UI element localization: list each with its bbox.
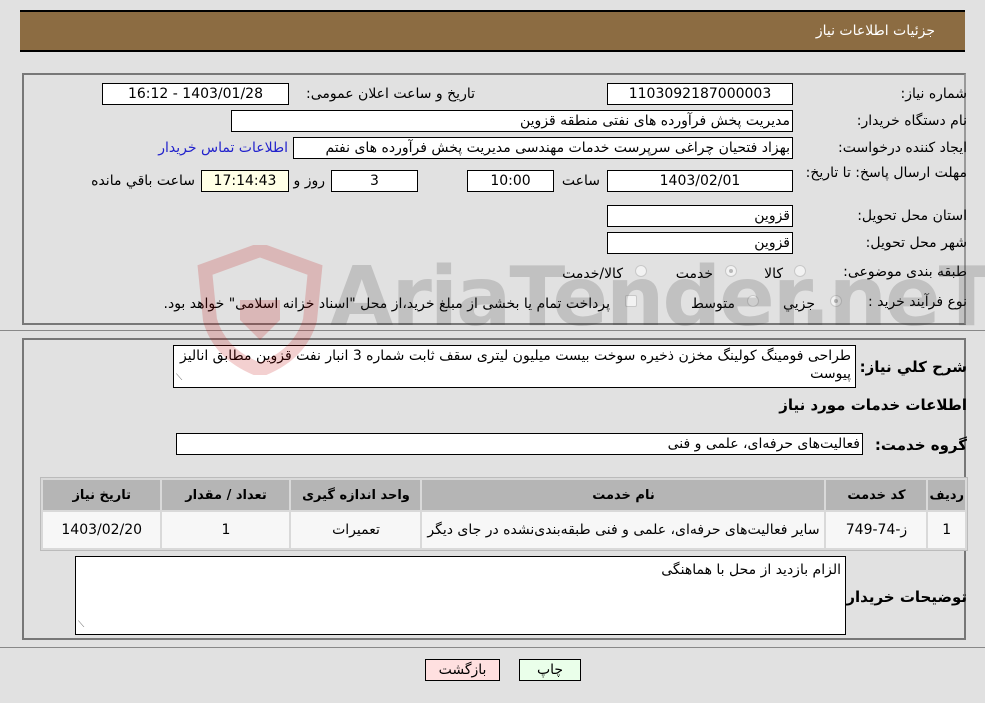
- time-remaining-field: 17:14:43: [201, 170, 289, 192]
- divider: [0, 330, 985, 331]
- table-row: 1 ز-74-749 سایر فعالیت‌های حرفه‌ای، علمی…: [43, 512, 965, 548]
- purchase-radio-medium[interactable]: [747, 295, 759, 307]
- description-textarea[interactable]: طراحی فومینگ کولینگ مخزن ذخیره سوخت بیست…: [173, 345, 856, 388]
- page-title: جزئیات اطلاعات نیاز: [815, 23, 935, 39]
- announce-datetime-label: تاریخ و ساعت اعلان عمومی:: [306, 86, 475, 102]
- cell-quantity: 1: [162, 512, 290, 548]
- resize-grip-icon[interactable]: ⟋: [176, 369, 182, 387]
- category-label: طبقه بندی موضوعی:: [843, 264, 967, 280]
- resize-grip-icon[interactable]: ⟋: [78, 616, 84, 634]
- services-table: ردیف کد خدمت نام خدمت واحد اندازه گیری ت…: [40, 477, 968, 551]
- buyer-notes-textarea[interactable]: الزام بازدید از محل با هماهنگی ⟋: [75, 556, 846, 635]
- requester-label: ایجاد کننده درخواست:: [838, 140, 967, 156]
- col-header-quantity: تعداد / مقدار: [162, 480, 290, 510]
- announce-datetime-field[interactable]: 1403/01/28 - 16:12: [102, 83, 289, 105]
- cell-need-date: 1403/02/20: [43, 512, 161, 548]
- divider: [0, 647, 985, 648]
- buyer-contact-link[interactable]: اطلاعات تماس خریدار: [158, 140, 288, 156]
- back-button[interactable]: بازگشت: [425, 659, 500, 681]
- category-option-goods-service: کالا/خدمت: [562, 266, 623, 282]
- province-label: استان محل تحویل:: [857, 208, 967, 224]
- col-header-service-name: نام خدمت: [422, 480, 825, 510]
- buyer-org-label: نام دستگاه خریدار:: [856, 113, 967, 129]
- cell-service-code: ز-74-749: [826, 512, 927, 548]
- service-group-label: گروه خدمت:: [874, 436, 967, 454]
- cell-unit: تعمیرات: [291, 512, 421, 548]
- city-field[interactable]: قزوین: [607, 232, 793, 254]
- deadline-date-field[interactable]: 1403/02/01: [607, 170, 793, 192]
- table-header-row: ردیف کد خدمت نام خدمت واحد اندازه گیری ت…: [43, 480, 965, 510]
- buyer-org-field[interactable]: مدیریت پخش فرآورده های نفتی منطقه قزوین: [231, 110, 793, 132]
- requester-field[interactable]: بهزاد فتحیان چراغی سرپرست خدمات مهندسی م…: [293, 137, 793, 159]
- col-header-need-date: تاریخ نیاز: [43, 480, 161, 510]
- description-text: طراحی فومینگ کولینگ مخزن ذخیره سوخت بیست…: [179, 348, 851, 382]
- purchase-radio-minor[interactable]: [830, 295, 842, 307]
- category-option-service: خدمت: [675, 266, 713, 282]
- col-header-service-code: کد خدمت: [826, 480, 927, 510]
- city-label: شهر محل تحویل:: [865, 235, 967, 251]
- print-button[interactable]: چاپ: [519, 659, 581, 681]
- col-header-unit: واحد اندازه گیری: [291, 480, 421, 510]
- province-field[interactable]: قزوین: [607, 205, 793, 227]
- purchase-option-medium: متوسط: [691, 296, 735, 312]
- need-number-field[interactable]: 1103092187000003: [607, 83, 793, 105]
- category-option-goods: کالا: [764, 266, 783, 282]
- treasury-note: پرداخت تمام یا بخشی از مبلغ خرید،از محل …: [163, 296, 610, 312]
- description-label: شرح کلي نياز:: [859, 358, 967, 376]
- cell-service-name: سایر فعالیت‌های حرفه‌ای، علمی و فنی طبقه…: [422, 512, 825, 548]
- cell-row-number: 1: [928, 512, 965, 548]
- deadline-time-label: ساعت: [561, 173, 600, 189]
- deadline-label: مهلت ارسال پاسخ: تا تاریخ:: [805, 165, 967, 181]
- category-radio-service[interactable]: [725, 265, 737, 277]
- deadline-time-field[interactable]: 10:00: [467, 170, 554, 192]
- category-radio-goods-service[interactable]: [635, 265, 647, 277]
- days-remaining-field[interactable]: 3: [331, 170, 418, 192]
- buyer-notes-text: الزام بازدید از محل با هماهنگی: [661, 562, 841, 578]
- treasury-checkbox[interactable]: [625, 295, 637, 307]
- need-number-label: شماره نیاز:: [900, 86, 968, 102]
- category-radio-goods[interactable]: [794, 265, 806, 277]
- service-group-field[interactable]: فعالیت‌های حرفه‌ای، علمی و فنی: [176, 433, 863, 455]
- purchase-option-minor: جزيي: [783, 296, 815, 312]
- col-header-row-number: ردیف: [928, 480, 965, 510]
- days-label: روز و: [293, 173, 326, 189]
- page-header: جزئیات اطلاعات نیاز: [20, 10, 965, 52]
- buyer-notes-label: توضیحات خریدار:: [840, 588, 967, 606]
- time-remaining-label: ساعت باقي مانده: [91, 173, 195, 189]
- services-section-title: اطلاعات خدمات مورد نیاز: [779, 396, 967, 414]
- purchase-type-label: نوع فرآیند خرید :: [868, 294, 967, 310]
